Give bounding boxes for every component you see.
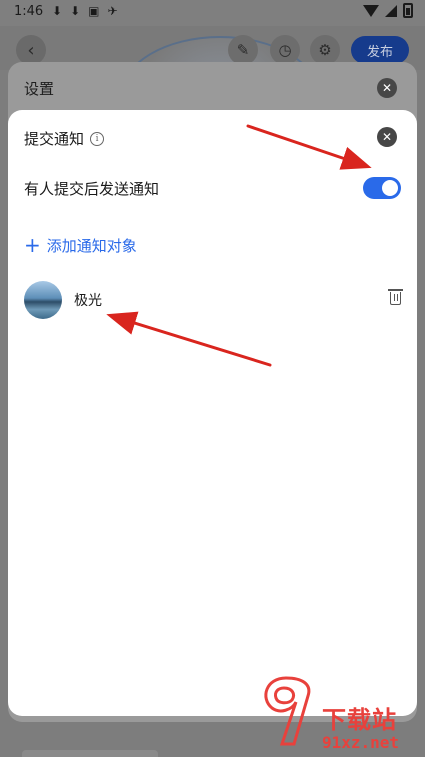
watermark-url: 91xz.net <box>322 733 400 752</box>
arrow-to-member <box>106 311 272 367</box>
arrow-to-toggle <box>246 124 372 170</box>
watermark-logo <box>264 676 311 746</box>
annotation-arrows <box>106 124 372 367</box>
watermark-title: 下载站 <box>322 706 397 734</box>
